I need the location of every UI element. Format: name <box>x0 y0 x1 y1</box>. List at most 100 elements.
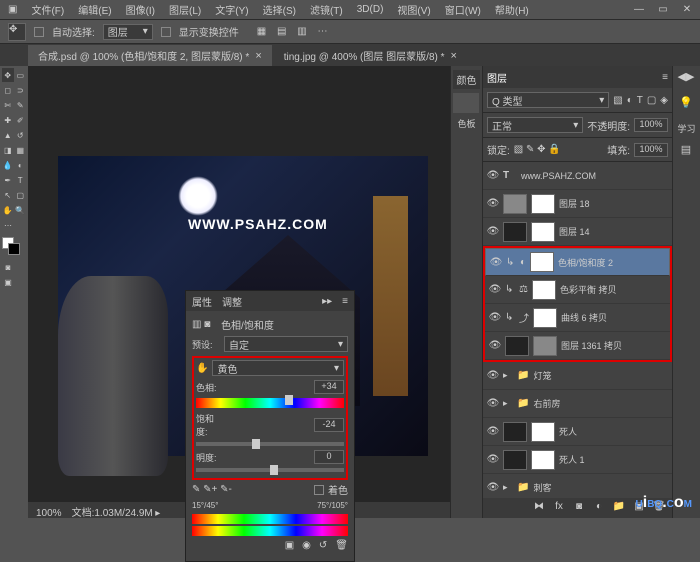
edit-toolbar[interactable]: ⋯ <box>2 218 14 232</box>
history-brush-tool[interactable]: ↺ <box>15 128 27 142</box>
tab-doc-1[interactable]: 合成.psd @ 100% (色相/饱和度 2, 图层蒙版/8) *× <box>28 45 272 66</box>
align-icons[interactable]: ▦ ▤ ▥ ⋯ <box>257 26 332 37</box>
expand-dock-icon[interactable]: ◀▶ <box>675 70 697 88</box>
tab-close-icon[interactable]: × <box>255 50 261 62</box>
visibility-icon[interactable]: 👁 <box>487 226 499 238</box>
tab-close-icon[interactable]: × <box>451 50 457 62</box>
menu-3d[interactable]: 3D(D) <box>357 4 384 15</box>
filter-text-icon[interactable]: T <box>637 95 643 106</box>
layer-row[interactable]: 👁图层 1361 拷贝 <box>485 332 670 360</box>
menu-file[interactable]: 文件(F) <box>31 2 64 17</box>
visibility-icon[interactable]: 👁 <box>490 256 502 268</box>
current-tool-icon[interactable]: ✥ <box>8 23 26 41</box>
sat-value[interactable]: -24 <box>314 418 344 432</box>
adjustment-icon[interactable]: ◐ <box>592 501 606 515</box>
zoom-tool[interactable]: 🔍 <box>15 203 27 217</box>
hand-tool[interactable]: ✋ <box>2 203 14 217</box>
screenmode-tool[interactable]: ▣ <box>2 275 14 289</box>
view-prev-icon[interactable]: ◉ <box>302 540 311 551</box>
adjustments-tab[interactable]: 调整 <box>222 294 242 309</box>
lock-icons[interactable]: ▧ ✎ ✥ 🔒 <box>514 144 561 155</box>
fx-icon[interactable]: fx <box>552 501 566 515</box>
swatches-icon[interactable] <box>453 93 479 113</box>
menu-window[interactable]: 窗口(W) <box>445 2 481 17</box>
filter-shape-icon[interactable]: ▢ <box>647 95 656 106</box>
show-transform-checkbox[interactable] <box>161 27 171 37</box>
maximize-button[interactable]: ▭ <box>656 2 670 16</box>
layer-row[interactable]: 👁Twww.PSAHZ.COM <box>483 162 672 190</box>
lig-slider[interactable] <box>196 468 344 472</box>
menu-layer[interactable]: 图层(L) <box>169 2 201 17</box>
sat-slider[interactable] <box>196 442 344 446</box>
reset-icon[interactable]: ↺ <box>319 540 327 551</box>
lig-value[interactable]: 0 <box>314 450 344 464</box>
clip-icon[interactable]: ▣ <box>285 540 294 551</box>
menu-image[interactable]: 图像(I) <box>126 2 155 17</box>
layer-filter-type[interactable]: Q 类型▾ <box>487 92 609 108</box>
menu-select[interactable]: 选择(S) <box>263 2 296 17</box>
close-button[interactable]: ✕ <box>680 2 694 16</box>
group-icon[interactable]: 📁 <box>612 501 626 515</box>
link-layers-icon[interactable]: ⧓ <box>532 501 546 515</box>
lasso-tool[interactable]: ⊃ <box>15 83 27 97</box>
color-swatches[interactable] <box>2 237 24 255</box>
blend-mode[interactable]: 正常▾ <box>487 117 583 133</box>
layer-row[interactable]: 👁死人 1 <box>483 446 672 474</box>
menu-view[interactable]: 视图(V) <box>397 2 430 17</box>
gradient-tool[interactable]: ▦ <box>15 143 27 157</box>
hue-value[interactable]: +34 <box>314 380 344 394</box>
menu-edit[interactable]: 编辑(E) <box>78 2 111 17</box>
layer-row[interactable]: 👁↳⤴曲线 6 拷贝 <box>485 304 670 332</box>
layer-row[interactable]: 👁↳⚖色彩平衡 拷贝 <box>485 276 670 304</box>
colorize-checkbox[interactable] <box>314 485 324 495</box>
swatch-tab[interactable]: 色板 <box>453 117 480 130</box>
mask-icon[interactable]: ◙ <box>572 501 586 515</box>
layer-row[interactable]: 👁▸📁右前房 <box>483 390 672 418</box>
filter-adjust-icon[interactable]: ◐ <box>627 95 633 106</box>
auto-select-checkbox[interactable] <box>34 27 44 37</box>
quickmask-tool[interactable]: ◙ <box>2 260 14 274</box>
artboard-tool[interactable]: ▭ <box>15 68 27 82</box>
eraser-tool[interactable]: ◨ <box>2 143 14 157</box>
visibility-icon[interactable]: 👁 <box>489 284 501 296</box>
path-tool[interactable]: ↖ <box>2 188 14 202</box>
menu-help[interactable]: 帮助(H) <box>495 2 529 17</box>
pen-tool[interactable]: ✒ <box>2 173 14 187</box>
filter-image-icon[interactable]: ▧ <box>613 95 622 106</box>
layer-list[interactable]: 👁Twww.PSAHZ.COM 👁图层 18 👁图层 14 👁↳◐色相/饱和度 … <box>483 162 672 498</box>
hue-strip-top[interactable] <box>192 514 348 524</box>
layers-tab[interactable]: 图层 <box>487 70 507 85</box>
menu-type[interactable]: 文字(Y) <box>215 2 248 17</box>
visibility-icon[interactable]: 👁 <box>487 482 499 494</box>
visibility-icon[interactable]: 👁 <box>487 198 499 210</box>
zoom-level[interactable]: 100% <box>36 508 62 518</box>
visibility-icon[interactable]: 👁 <box>487 370 499 382</box>
fill-value[interactable]: 100% <box>634 143 668 157</box>
status-chevron-icon[interactable]: ▸ <box>155 508 160 518</box>
stamp-tool[interactable]: ▲ <box>2 128 14 142</box>
learn-label[interactable]: 学习 <box>675 122 698 135</box>
layer-row[interactable]: 👁↳◐色相/饱和度 2 <box>485 248 670 276</box>
eyedropper-icons[interactable]: ✎ ✎+ ✎- <box>192 484 232 495</box>
panel-close-icon[interactable]: ▸▸ <box>322 296 332 307</box>
hand-icon[interactable]: ✋ <box>196 363 208 374</box>
hue-strip-bottom[interactable] <box>192 526 348 536</box>
type-tool[interactable]: T <box>15 173 27 187</box>
menu-filter[interactable]: 滤镜(T) <box>310 2 343 17</box>
delete-adj-icon[interactable]: 🗑 <box>335 540 348 551</box>
lightbulb-icon[interactable]: 💡 <box>675 96 697 114</box>
visibility-icon[interactable]: 👁 <box>487 170 499 182</box>
shape-tool[interactable]: ▢ <box>15 188 27 202</box>
crop-tool[interactable]: ✄ <box>2 98 14 112</box>
tab-doc-2[interactable]: ting.jpg @ 400% (图层 图层蒙版/8) *× <box>274 45 467 66</box>
opacity-value[interactable]: 100% <box>634 118 668 132</box>
color-tab[interactable]: 颜色 <box>457 72 477 87</box>
minimize-button[interactable]: — <box>632 2 646 16</box>
libraries-icon[interactable]: ▤ <box>675 143 697 161</box>
layer-row[interactable]: 👁图层 14 <box>483 218 672 246</box>
blur-tool[interactable]: 💧 <box>2 158 14 172</box>
auto-select-type[interactable]: 图层▾ <box>103 24 153 40</box>
dodge-tool[interactable]: ◐ <box>15 158 27 172</box>
layer-row[interactable]: 👁死人 <box>483 418 672 446</box>
panel-menu-icon[interactable]: ≡ <box>342 296 348 307</box>
